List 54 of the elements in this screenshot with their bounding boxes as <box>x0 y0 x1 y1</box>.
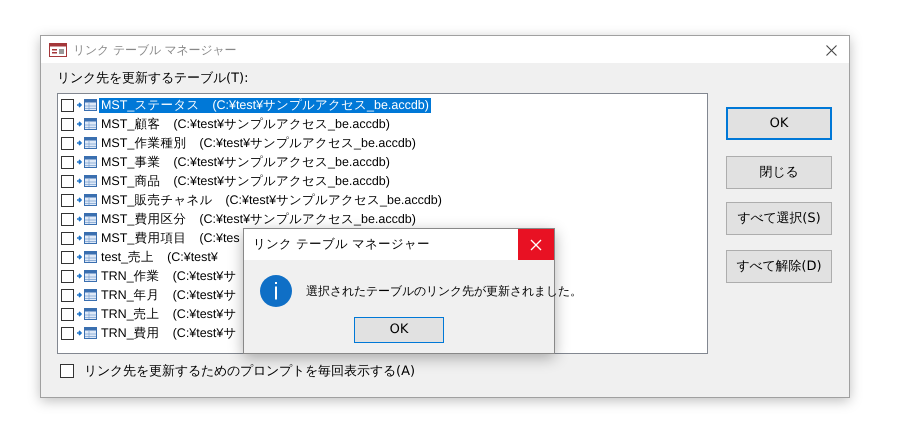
checkbox-label: リンク先を更新するためのプロンプトを毎回表示する(A) <box>84 362 416 380</box>
dialog-button[interactable]: OK <box>726 107 832 140</box>
linked-table-icon <box>76 118 97 130</box>
checkbox[interactable] <box>61 326 74 340</box>
list-label: リンク先を更新するテーブル(T): <box>57 70 250 88</box>
table-item[interactable]: TRN_年月 (C:¥test¥サ <box>99 288 238 302</box>
dialog-button[interactable]: 閉じる <box>726 156 832 189</box>
linked-table-icon <box>76 308 97 320</box>
checkbox[interactable] <box>61 194 74 206</box>
checkbox[interactable] <box>60 364 74 378</box>
checkbox[interactable] <box>61 308 74 320</box>
info-icon <box>260 275 292 307</box>
window-title: リンク テーブル マネージャー <box>73 42 237 58</box>
linked-table-icon <box>76 99 97 111</box>
close-icon <box>530 238 542 250</box>
checkbox[interactable] <box>61 98 74 112</box>
checkbox[interactable] <box>61 212 74 226</box>
table-item[interactable]: MST_費用区分 (C:¥test¥サンプルアクセス_be.accdb) <box>99 212 418 226</box>
linked-table-icon <box>76 175 97 187</box>
checkbox[interactable] <box>61 174 74 188</box>
ok-button[interactable]: OK <box>354 317 444 343</box>
linked-table-icon <box>76 156 97 168</box>
linked-table-icon <box>76 137 97 149</box>
linked-table-icon <box>76 270 97 282</box>
checkbox[interactable] <box>61 156 74 168</box>
checkbox[interactable] <box>61 288 74 302</box>
checkbox[interactable] <box>61 250 74 264</box>
linked-table-icon <box>76 327 97 339</box>
table-item[interactable]: MST_費用項目 (C:¥tes <box>99 230 242 246</box>
table-item[interactable]: MST_顧客 (C:¥test¥サンプルアクセス_be.accdb) <box>99 116 392 132</box>
table-item[interactable]: test_売上 (C:¥test¥ <box>99 250 220 264</box>
linked-table-icon <box>76 213 97 225</box>
checkbox[interactable] <box>61 270 74 282</box>
linked-table-icon <box>76 251 97 263</box>
message-text: 選択されたテーブルのリンク先が更新されました。 <box>306 283 582 300</box>
table-item[interactable]: MST_商品 (C:¥test¥サンプルアクセス_be.accdb) <box>99 174 392 188</box>
dialog-button[interactable]: すべて解除(D) <box>726 250 832 283</box>
checkbox[interactable] <box>61 136 74 150</box>
table-item[interactable]: MST_作業種別 (C:¥test¥サンプルアクセス_be.accdb) <box>99 136 418 150</box>
dialog-title: リンク テーブル マネージャー <box>253 235 430 254</box>
app-icon <box>49 42 67 56</box>
linked-table-icon <box>76 289 97 301</box>
close-button[interactable] <box>518 229 554 260</box>
table-item[interactable]: TRN_作業 (C:¥test¥サ <box>99 268 238 284</box>
table-item[interactable]: TRN_売上 (C:¥test¥サ <box>99 306 238 322</box>
linked-table-icon <box>76 232 97 244</box>
linked-table-icon <box>76 194 97 206</box>
table-item[interactable]: MST_販売チャネル (C:¥test¥サンプルアクセス_be.accdb) <box>99 192 444 208</box>
checkbox[interactable] <box>61 118 74 130</box>
table-item[interactable]: MST_事業 (C:¥test¥サンプルアクセス_be.accdb) <box>99 154 392 170</box>
table-item[interactable]: TRN_費用 (C:¥test¥サ <box>99 326 238 340</box>
dialog-button[interactable]: すべて選択(S) <box>726 202 832 235</box>
table-item[interactable]: MST_ステータス (C:¥test¥サンプルアクセス_be.accdb) <box>99 98 431 112</box>
checkbox[interactable] <box>61 232 74 244</box>
